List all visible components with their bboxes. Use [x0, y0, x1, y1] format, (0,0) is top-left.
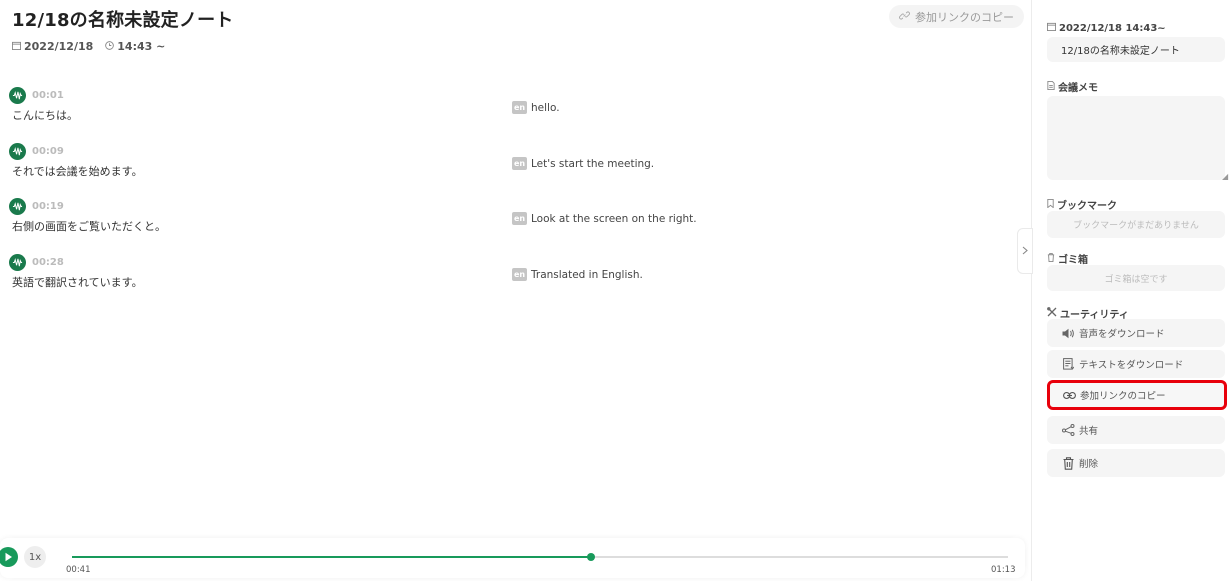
share-label: 共有 [1079, 426, 1099, 437]
note-time-wrap: 14:43 ~ [105, 40, 165, 53]
play-button[interactable] [0, 547, 18, 567]
timestamp-link[interactable]: 00:01 [32, 90, 64, 101]
clock-icon [105, 40, 115, 53]
translation-text: Look at the screen on the right. [531, 212, 697, 225]
transcript-entry: 00:01 こんにちは。 en hello. [0, 87, 1000, 127]
copy-link-button-top[interactable]: 参加リンクのコピー [889, 5, 1024, 28]
transcript-text: 英語で翻訳されています。 [12, 276, 143, 289]
download-text-button[interactable]: テキストをダウンロード [1047, 350, 1225, 378]
timestamp-link[interactable]: 00:28 [32, 257, 64, 268]
datetime-label-row: 2022/12/18 14:43~ [1047, 22, 1166, 34]
memo-label-row: 会議メモ [1047, 79, 1098, 94]
speaker-avatar [9, 254, 26, 271]
bookmark-icon [1047, 198, 1054, 211]
translation-text: Translated in English. [531, 268, 643, 281]
page-title: 12/18の名称未設定ノート [12, 10, 234, 31]
transcript-entry: 00:28 英語で翻訳されています。 en Translated in Engl… [0, 254, 1000, 294]
calendar-icon [12, 41, 21, 53]
language-badge: en [512, 268, 527, 281]
document-icon [1047, 80, 1055, 93]
language-badge: en [512, 101, 527, 114]
note-meta: 2022/12/18 14:43 ~ [12, 40, 165, 53]
title-field[interactable]: 12/18の名称未設定ノート [1047, 37, 1225, 62]
bookmark-empty-state: ブックマークがまだありません [1047, 211, 1225, 238]
meeting-memo-field[interactable] [1047, 96, 1225, 180]
transcript-text: 右側の画面をご覧いただくと。 [12, 220, 166, 233]
delete-label: 削除 [1079, 459, 1099, 470]
link-icon [1062, 391, 1076, 400]
audio-player: 1x 00:41 01:13 [0, 538, 1025, 578]
transcript-entry: 00:19 右側の画面をご覧いただくと。 en Look at the scre… [0, 198, 1000, 238]
trash-icon [1061, 456, 1075, 470]
speaker-avatar [9, 198, 26, 215]
speaker-avatar [9, 87, 26, 104]
delete-button[interactable]: 削除 [1047, 449, 1225, 477]
transcript-entry: 00:09 それでは会議を始めます。 en Let's start the me… [0, 143, 1000, 183]
speaker-avatar [9, 143, 26, 160]
datetime-label: 2022/12/18 14:43~ [1059, 22, 1166, 34]
note-time: 14:43 ~ [117, 40, 166, 53]
download-audio-button[interactable]: 音声をダウンロード [1047, 319, 1225, 347]
seek-bar[interactable] [72, 553, 1008, 561]
trash-label: ゴミ箱 [1058, 255, 1088, 266]
trash-icon [1047, 252, 1055, 265]
download-text-label: テキストをダウンロード [1079, 360, 1184, 371]
memo-label: 会議メモ [1058, 83, 1098, 94]
share-button[interactable]: 共有 [1047, 416, 1225, 444]
translation: en Look at the screen on the right. [512, 212, 697, 225]
copy-link-label: 参加リンクのコピー [915, 10, 1014, 24]
download-audio-label: 音声をダウンロード [1079, 329, 1165, 340]
speaker-icon [1061, 328, 1075, 339]
bookmark-label: ブックマーク [1057, 201, 1117, 212]
transcript-text: それでは会議を始めます。 [12, 165, 143, 178]
seek-handle[interactable] [587, 553, 596, 561]
timestamp-link[interactable]: 00:09 [32, 146, 64, 157]
translation: en Translated in English. [512, 268, 643, 281]
copy-link-button[interactable]: 参加リンクのコピー [1047, 380, 1227, 410]
transcript-text: こんにちは。 [12, 109, 78, 122]
seek-bar-progress [72, 556, 592, 558]
total-time: 01:13 [991, 565, 1016, 575]
calendar-icon [1047, 22, 1056, 34]
translation: en Let's start the meeting. [512, 157, 654, 170]
transcript-pane: 12/18の名称未設定ノート 2022/12/18 14:43 ~ 参加リンクの… [0, 0, 1032, 581]
language-badge: en [512, 157, 527, 170]
link-icon [899, 10, 910, 24]
trash-label-row: ゴミ箱 [1047, 251, 1088, 266]
bookmark-label-row: ブックマーク [1047, 197, 1117, 212]
translation-text: Let's start the meeting. [531, 157, 655, 170]
timestamp-link[interactable]: 00:19 [32, 201, 64, 212]
text-file-icon [1061, 358, 1075, 370]
copy-link-label: 参加リンクのコピー [1080, 391, 1166, 402]
sidebar: 2022/12/18 14:43~ 12/18の名称未設定ノート 会議メモ ブッ… [1033, 0, 1232, 581]
collapse-sidebar-button[interactable] [1017, 228, 1033, 274]
resize-grip-icon[interactable]: ◢ [1222, 172, 1228, 181]
language-badge: en [512, 212, 527, 225]
chevron-right-icon [1022, 245, 1028, 258]
note-date: 2022/12/18 [24, 40, 94, 53]
note-page: 12/18の名称未設定ノート 2022/12/18 14:43 ~ 参加リンクの… [0, 0, 1232, 581]
current-time: 00:41 [66, 565, 91, 575]
trash-empty-state: ゴミ箱は空です [1047, 265, 1225, 291]
translation: en hello. [512, 101, 560, 114]
playback-speed-button[interactable]: 1x [24, 546, 46, 568]
share-icon [1061, 424, 1075, 436]
translation-text: hello. [531, 101, 560, 114]
